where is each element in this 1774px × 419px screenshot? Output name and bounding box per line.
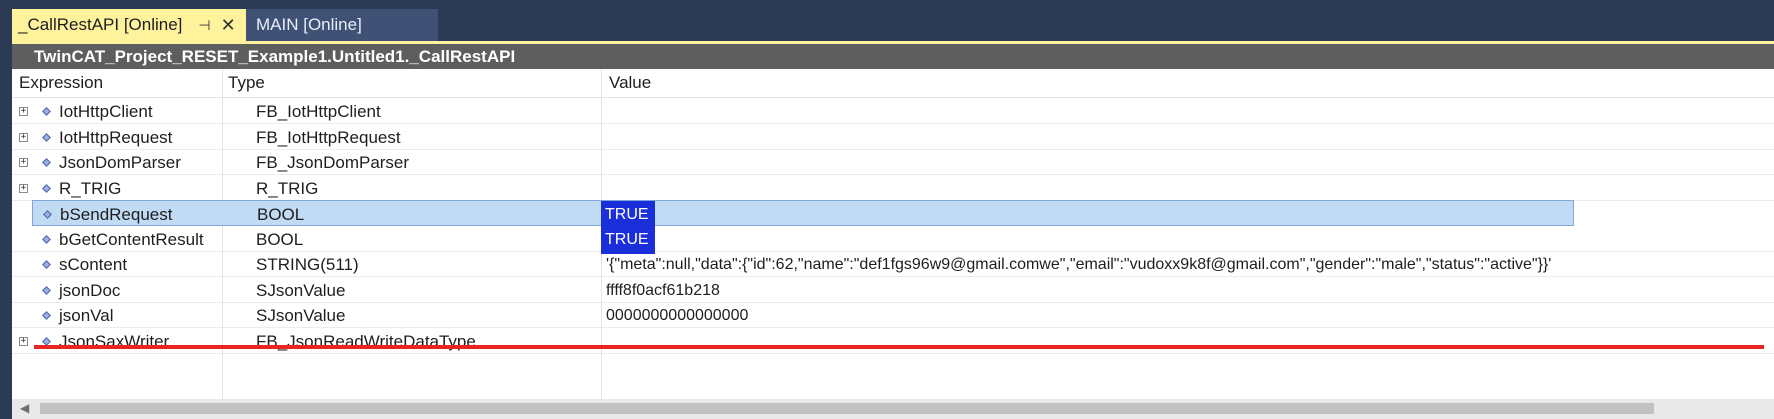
horizontal-scrollbar[interactable]: ◀ xyxy=(12,399,1774,419)
tab-main-label: MAIN [Online] xyxy=(256,15,362,34)
expression-cell: sContent xyxy=(59,255,128,274)
table-row[interactable]: + IotHttpClient FB_IotHttpClient xyxy=(12,98,1774,124)
type-cell: STRING(511) xyxy=(256,255,359,274)
expression-cell: bGetContentResult xyxy=(59,230,204,249)
type-cell: SJsonValue xyxy=(256,306,346,325)
tab-callrestapi[interactable]: _CallRestAPI [Online] ⊣ ✕ xyxy=(12,9,246,41)
column-header: Expression Type Value xyxy=(12,69,1774,98)
bool-value-cell[interactable]: TRUE xyxy=(601,201,655,229)
expression-cell: jsonDoc xyxy=(59,281,121,300)
expand-icon[interactable]: + xyxy=(19,133,28,142)
variable-icon xyxy=(42,286,51,295)
expression-cell: bSendRequest xyxy=(60,205,173,224)
close-icon[interactable]: ✕ xyxy=(221,15,236,36)
variable-icon xyxy=(43,210,52,219)
type-cell: FB_JsonReadWriteDataType xyxy=(256,332,476,351)
pin-icon[interactable]: ⊣ xyxy=(198,17,210,34)
table-row[interactable]: bGetContentResult BOOL TRUE xyxy=(12,226,1774,254)
expression-cell: JsonSaxWriter xyxy=(59,332,170,351)
table-row[interactable]: sContent STRING(511) '{"meta":null,"data":… xyxy=(12,251,1774,277)
document-tab-bar: _CallRestAPI [Online] ⊣ ✕ MAIN [Online] xyxy=(0,0,1774,44)
expand-icon[interactable]: + xyxy=(19,184,28,193)
column-header-expression[interactable]: Expression xyxy=(19,69,103,97)
variable-icon xyxy=(42,133,51,142)
variable-icon xyxy=(42,107,51,116)
variable-icon xyxy=(42,158,51,167)
type-cell: BOOL xyxy=(256,230,304,249)
highlight-underline xyxy=(34,345,1764,349)
type-cell: SJsonValue xyxy=(256,281,346,300)
type-cell: R_TRIG xyxy=(256,179,319,198)
column-header-value[interactable]: Value xyxy=(609,69,651,97)
watch-panel: TwinCAT_Project_RESET_Example1.Untitled1… xyxy=(12,44,1774,419)
type-cell: FB_IotHttpClient xyxy=(256,102,381,121)
type-cell: FB_JsonDomParser xyxy=(256,153,410,172)
variable-icon xyxy=(42,184,51,193)
expression-cell: jsonVal xyxy=(59,306,114,325)
table-row[interactable]: bSendRequest BOOL TRUE xyxy=(32,200,1574,229)
bool-value-cell[interactable]: TRUE xyxy=(601,226,655,254)
table-row[interactable]: jsonVal SJsonValue 0000000000000000 xyxy=(12,302,1774,328)
table-row[interactable]: + JsonDomParser FB_JsonDomParser xyxy=(12,149,1774,175)
table-row[interactable]: + IotHttpRequest FB_IotHttpRequest xyxy=(12,124,1774,150)
variable-icon xyxy=(42,311,51,320)
expression-cell: R_TRIG xyxy=(59,179,122,198)
type-cell: FB_IotHttpRequest xyxy=(256,128,401,147)
expand-icon[interactable]: + xyxy=(19,337,28,346)
expression-cell: IotHttpRequest xyxy=(59,128,173,147)
value-cell[interactable]: '{"meta":null,"data":{"id":62,"name":"de… xyxy=(606,251,1551,279)
instance-path: TwinCAT_Project_RESET_Example1.Untitled1… xyxy=(34,46,516,66)
expression-cell: JsonDomParser xyxy=(59,153,181,172)
table-row[interactable]: + R_TRIG R_TRIG xyxy=(12,175,1774,201)
table-row[interactable]: + JsonSaxWriter FB_JsonReadWriteDataType xyxy=(12,328,1774,354)
tab-main[interactable]: MAIN [Online] xyxy=(246,9,438,41)
variable-icon xyxy=(42,260,51,269)
table-row[interactable]: jsonDoc SJsonValue ffff8f0acf61b218 xyxy=(12,277,1774,303)
expand-icon[interactable]: + xyxy=(19,107,28,116)
expand-icon[interactable]: + xyxy=(19,158,28,167)
variable-icon xyxy=(42,235,51,244)
tab-callrestapi-label: _CallRestAPI [Online] xyxy=(18,15,183,34)
column-header-type[interactable]: Type xyxy=(228,69,265,97)
type-cell: BOOL xyxy=(257,205,305,224)
scroll-thumb[interactable] xyxy=(40,403,1654,414)
scroll-left-icon[interactable]: ◀ xyxy=(20,401,29,415)
value-cell[interactable]: ffff8f0acf61b218 xyxy=(606,277,720,305)
expression-cell: IotHttpClient xyxy=(59,102,153,121)
value-cell[interactable]: 0000000000000000 xyxy=(606,302,748,330)
instance-path-bar: TwinCAT_Project_RESET_Example1.Untitled1… xyxy=(12,44,1774,69)
